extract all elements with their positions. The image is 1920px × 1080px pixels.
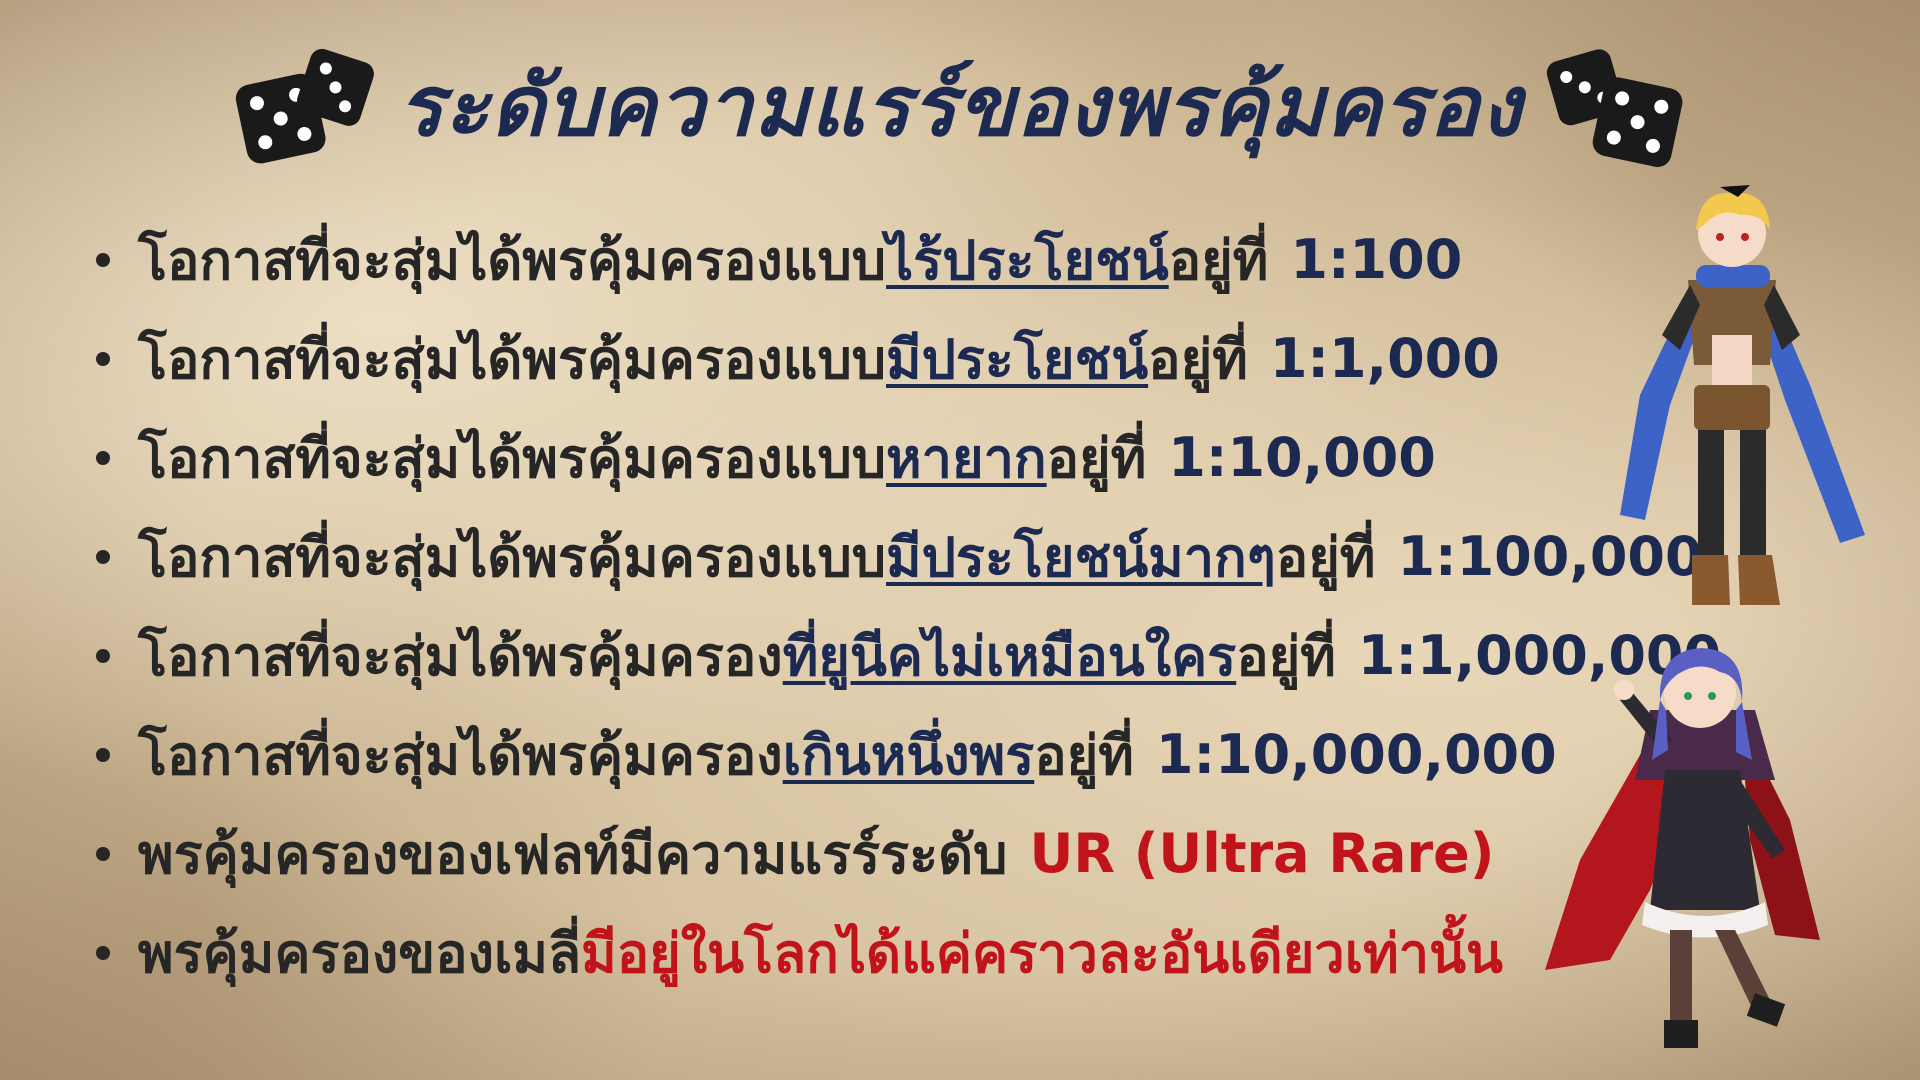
list-item: โอกาสที่จะสุ่มได้พรคุ้มครองแบบ มีประโยชน์…	[90, 507, 1703, 606]
list-item: โอกาสที่จะสุ่มได้พรคุ้มครองแบบ มีประโยชน์…	[90, 309, 1590, 408]
list-item: โอกาสที่จะสุ่มได้พรคุ้มครอง ที่ยูนีคไม่เห…	[90, 606, 1721, 705]
bullet-icon	[96, 945, 110, 960]
purple-hair-girl-character	[1545, 648, 1820, 1048]
item-prefix: โอกาสที่จะสุ่มได้พรคุ้มครอง	[138, 624, 783, 688]
item-prefix: โอกาสที่จะสุ่มได้พรคุ้มครองแบบ	[138, 327, 887, 391]
item-highlight: เกินหนึ่งพร	[782, 723, 1035, 787]
fell-note-text: พรคุ้มครองของเฟลท์มีความแรร์ระดับ	[138, 822, 1008, 886]
item-suffix: อยู่ที่	[1168, 228, 1269, 292]
blonde-girl-character	[1620, 185, 1865, 605]
item-suffix: อยู่ที่	[1236, 624, 1336, 688]
item-highlight: หายาก	[886, 426, 1047, 490]
page-title: ระดับความแรร์ของพรคุ้มครอง	[397, 56, 1523, 155]
item-ratio: 1:10,000,000	[1155, 723, 1557, 786]
list-item: โอกาสที่จะสุ่มได้พรคุ้มครองแบบ ไร้ประโยชน…	[90, 210, 1590, 309]
item-ratio: 1:100	[1290, 228, 1463, 291]
list-item-emilia: พรคุ้มครองของเมลี่ มีอยู่ในโลกได้แค่คราวล…	[90, 903, 1590, 1002]
rarity-list: โอกาสที่จะสุ่มได้พรคุ้มครองแบบ ไร้ประโยชน…	[90, 210, 1721, 1002]
item-suffix: อยู่ที่	[1046, 426, 1147, 490]
dice-icon	[235, 48, 374, 164]
title-row: ระดับความแรร์ของพรคุ้มครอง	[0, 30, 1920, 180]
item-suffix: อยู่ที่	[1275, 525, 1376, 589]
item-highlight: ที่ยูนีคไม่เหมือนใคร	[782, 624, 1237, 688]
list-item: โอกาสที่จะสุ่มได้พรคุ้มครองแบบ หายาก อยู่ท…	[90, 408, 1590, 507]
item-prefix: โอกาสที่จะสุ่มได้พรคุ้มครองแบบ	[138, 426, 887, 490]
bullet-icon	[96, 846, 110, 861]
emilia-note-text: พรคุ้มครองของเมลี่	[138, 921, 582, 985]
bullet-icon	[96, 351, 110, 366]
bullet-icon	[96, 450, 110, 465]
emilia-note-highlight: มีอยู่ในโลกได้แค่คราวละอันเดียวเท่านั้น	[581, 921, 1503, 985]
item-highlight: มีประโยชน์มากๆ	[886, 525, 1276, 589]
item-highlight: มีประโยชน์	[886, 327, 1149, 391]
item-ratio: 1:1,000	[1269, 327, 1500, 390]
item-ratio: 1:10,000	[1168, 426, 1436, 489]
list-item-fell: พรคุ้มครองของเฟลท์มีความแรร์ระดับ UR (Ult…	[90, 804, 1590, 903]
item-prefix: โอกาสที่จะสุ่มได้พรคุ้มครองแบบ	[138, 228, 887, 292]
item-suffix: อยู่ที่	[1148, 327, 1248, 391]
item-highlight: ไร้ประโยชน์	[886, 228, 1169, 292]
dice-icon	[1546, 49, 1683, 168]
list-item: โอกาสที่จะสุ่มได้พรคุ้มครอง เกินหนึ่งพร อย…	[90, 705, 1590, 804]
bullet-icon	[96, 747, 110, 762]
item-prefix: โอกาสที่จะสุ่มได้พรคุ้มครอง	[138, 723, 783, 787]
item-suffix: อยู่ที่	[1034, 723, 1134, 787]
bullet-icon	[96, 648, 110, 663]
item-prefix: โอกาสที่จะสุ่มได้พรคุ้มครองแบบ	[138, 525, 887, 589]
fell-note-rarity: UR (Ultra Rare)	[1029, 822, 1495, 885]
bullet-icon	[96, 252, 110, 267]
bullet-icon	[96, 549, 110, 564]
